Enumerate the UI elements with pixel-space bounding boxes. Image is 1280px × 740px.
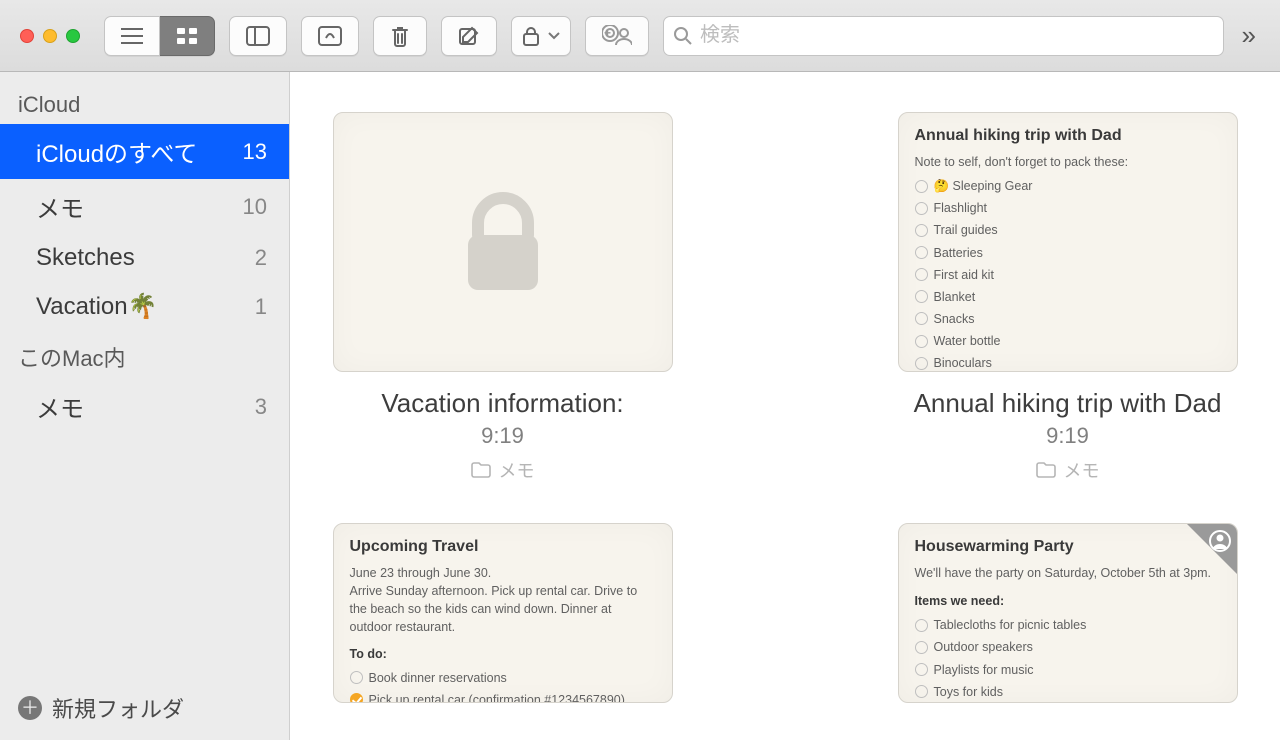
folder-icon — [1036, 462, 1056, 478]
sidebar-section-header: このMac内 — [0, 331, 289, 379]
svg-text:+: + — [604, 26, 611, 40]
folder-count: 3 — [255, 394, 267, 420]
folder-count: 1 — [255, 294, 267, 320]
compose-note-button[interactable] — [441, 16, 497, 56]
toolbar-overflow-button[interactable]: » — [1238, 20, 1260, 51]
folder-label: Vacation🌴 — [36, 292, 158, 321]
card-subhead: To do: — [350, 647, 387, 661]
toolbar: + » — [0, 0, 1280, 72]
sidebar-folder-vacation[interactable]: Vacation🌴 1 — [0, 282, 289, 331]
delete-note-button[interactable] — [373, 16, 427, 56]
sidebar-folder-sketches[interactable]: Sketches 2 — [0, 234, 289, 282]
note-card: Housewarming Party We'll have the party … — [898, 523, 1238, 703]
notes-grid: Vacation information: 9:19 メモ Annual hik… — [290, 72, 1280, 740]
note-tile[interactable]: Upcoming Travel June 23 through June 30.… — [330, 523, 675, 703]
chevrons-right-icon: » — [1242, 20, 1256, 50]
sidebar-folder-all-icloud[interactable]: iCloudのすべて 13 — [0, 124, 289, 179]
note-tile[interactable]: Housewarming Party We'll have the party … — [895, 523, 1240, 703]
folder-label: メモ — [36, 189, 84, 224]
card-body-line: Arrive Sunday afternoon. Pick up rental … — [350, 582, 656, 636]
card-body-line: We'll have the party on Saturday, Octobe… — [915, 564, 1221, 582]
folder-label: メモ — [36, 389, 84, 424]
trash-icon — [390, 25, 410, 47]
folder-count: 13 — [243, 139, 267, 165]
minimize-window-button[interactable] — [43, 29, 57, 43]
person-circle-icon — [1209, 530, 1231, 552]
note-card: Annual hiking trip with Dad Note to self… — [898, 112, 1238, 372]
card-checklist: 🤔 Sleeping Gear Flashlight Trail guides … — [915, 175, 1221, 372]
sidebar: iCloud iCloudのすべて 13 メモ 10 Sketches 2 Va… — [0, 72, 290, 740]
folder-icon — [471, 462, 491, 478]
new-folder-button[interactable]: ＋ 新規フォルダ — [0, 676, 289, 740]
grid-icon — [176, 27, 198, 45]
card-body-line: Note to self, don't forget to pack these… — [915, 153, 1221, 171]
sidebar-folder-local-notes[interactable]: メモ 3 — [0, 379, 289, 434]
note-time: 9:19 — [1046, 423, 1089, 449]
new-folder-label: 新規フォルダ — [52, 692, 184, 724]
toggle-sidebar-button[interactable] — [229, 16, 287, 56]
lock-icon — [458, 187, 548, 297]
add-person-icon: + — [602, 25, 632, 47]
search-field[interactable] — [663, 16, 1224, 56]
note-time: 9:19 — [481, 423, 524, 449]
note-title: Annual hiking trip with Dad — [914, 388, 1222, 419]
chevron-down-icon — [548, 32, 560, 40]
lock-icon — [522, 26, 540, 46]
folder-label: Sketches — [36, 244, 135, 272]
compose-icon — [458, 25, 480, 47]
card-checklist: Book dinner reservations Pick up rental … — [350, 667, 656, 703]
window-controls — [20, 29, 80, 43]
paperclip-icon — [318, 26, 342, 46]
card-title: Housewarming Party — [915, 538, 1221, 556]
lock-note-button[interactable] — [511, 16, 571, 56]
sidebar-folder-notes[interactable]: メモ 10 — [0, 179, 289, 234]
folder-label: iCloudのすべて — [36, 134, 197, 169]
close-window-button[interactable] — [20, 29, 34, 43]
list-icon — [121, 27, 143, 45]
card-subhead: Items we need: — [915, 594, 1005, 608]
search-input[interactable] — [700, 24, 1213, 47]
note-tile[interactable]: Annual hiking trip with Dad Note to self… — [895, 112, 1240, 483]
folder-count: 2 — [255, 245, 267, 271]
card-title: Upcoming Travel — [350, 538, 656, 556]
note-folder: メモ — [471, 457, 535, 483]
fullscreen-window-button[interactable] — [66, 29, 80, 43]
attachments-button[interactable] — [301, 16, 359, 56]
plus-circle-icon: ＋ — [18, 696, 42, 720]
folder-count: 10 — [243, 194, 267, 220]
note-card-locked — [333, 112, 673, 372]
note-tile[interactable]: Vacation information: 9:19 メモ — [330, 112, 675, 483]
collaborate-button[interactable]: + — [585, 16, 649, 56]
grid-view-button[interactable] — [160, 16, 215, 56]
sidebar-icon — [246, 26, 270, 46]
view-mode-segment — [104, 16, 215, 56]
note-card: Upcoming Travel June 23 through June 30.… — [333, 523, 673, 703]
search-icon — [674, 27, 692, 45]
note-folder: メモ — [1036, 457, 1100, 483]
note-title: Vacation information: — [381, 388, 623, 419]
card-checklist: Tablecloths for picnic tables Outdoor sp… — [915, 614, 1221, 703]
card-title: Annual hiking trip with Dad — [915, 127, 1221, 145]
sidebar-section-header: iCloud — [0, 82, 289, 124]
list-view-button[interactable] — [104, 16, 160, 56]
card-body-line: June 23 through June 30. — [350, 564, 656, 582]
